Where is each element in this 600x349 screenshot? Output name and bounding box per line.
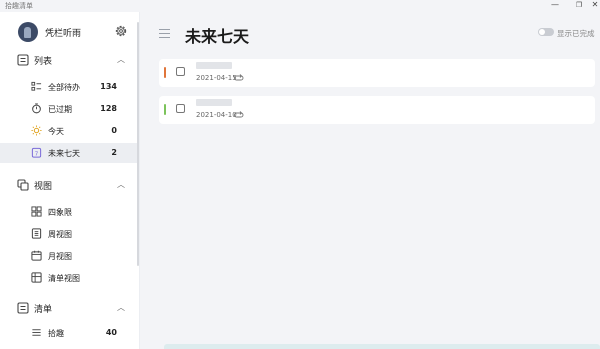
task-title-blurred[interactable] [196,99,232,106]
page-title: 未来七天 [185,27,250,46]
sidebar-item-all-tasks[interactable]: 全部待办 134 [0,77,137,97]
section-checklists[interactable]: 清单 ︿ [0,298,137,318]
overdue-icon [32,103,41,114]
month-view-icon [31,250,42,261]
hamburger-menu-icon[interactable] [159,29,170,38]
svg-text:7: 7 [35,151,39,157]
sidebar-item-label: 未来七天 [48,149,80,158]
app-title: 拾趣清单 [5,2,33,10]
list-icon [17,54,29,66]
task-title-blurred[interactable] [196,62,232,69]
calendar-7-icon: 7 [31,147,42,158]
username: 凭栏听雨 [45,29,82,39]
chevron-up-icon[interactable]: ︿ [117,302,125,313]
list-view-icon [31,272,42,283]
minimize-button[interactable]: — [548,0,562,11]
sidebar-item-label: 清单视图 [48,274,80,283]
sidebar-item-label: 周视图 [48,230,72,239]
sidebar-item-month-view[interactable]: 月视图 [0,246,137,266]
item-count: 2 [111,148,117,157]
item-count: 128 [100,104,117,113]
avatar[interactable] [18,22,38,42]
repeat-icon [234,111,244,118]
chevron-up-icon[interactable]: ︿ [117,54,125,65]
section-label: 列表 [34,57,53,67]
priority-indicator [164,104,166,115]
main-panel: 未来七天 显示已完成 2021-04-15 2021-04-10 [140,12,600,349]
sidebar: 凭栏听雨 列表 ︿ 全部待办 134 已过期 128 今天 0 7 未来七天 2… [0,12,140,349]
item-count: 134 [100,82,117,91]
show-completed-label: 显示已完成 [557,29,595,38]
section-label: 视图 [34,182,53,192]
sidebar-item-shiqu[interactable]: 拾趣 40 [0,323,137,343]
task-checkbox[interactable] [176,104,185,113]
user-profile[interactable]: 凭栏听雨 [18,22,133,44]
show-completed-toggle[interactable] [538,28,554,36]
sidebar-item-list-view[interactable]: 清单视图 [0,268,137,288]
sidebar-item-next-seven-days[interactable]: 7 未来七天 2 [0,143,137,163]
week-view-icon [31,228,42,239]
sidebar-item-label: 拾趣 [48,329,64,338]
sidebar-item-quadrant[interactable]: 四象限 [0,202,137,222]
task-item[interactable]: 2021-04-10 [159,96,595,124]
sidebar-item-overdue[interactable]: 已过期 128 [0,99,137,119]
views-icon [17,179,29,191]
sidebar-item-label: 今天 [48,127,64,136]
sidebar-item-week-view[interactable]: 周视图 [0,224,137,244]
all-tasks-icon [31,81,42,91]
sun-icon [31,125,42,136]
priority-indicator [164,67,166,78]
sidebar-item-label: 已过期 [48,105,72,114]
sidebar-scrollbar[interactable] [137,22,139,266]
sidebar-item-label: 全部待办 [48,83,80,92]
add-task-bar[interactable] [164,344,600,349]
task-date: 2021-04-15 [196,74,237,82]
repeat-icon [234,74,244,81]
sidebar-item-label: 月视图 [48,252,72,261]
item-count: 40 [105,328,117,337]
section-views[interactable]: 视图 ︿ [0,175,137,195]
close-button[interactable]: ✕ [588,0,600,11]
maximize-button[interactable]: ❐ [572,0,586,11]
settings-gear-icon[interactable] [114,24,128,38]
task-checkbox[interactable] [176,67,185,76]
title-bar: 拾趣清单 — ❐ ✕ [0,0,600,12]
section-lists[interactable]: 列表 ︿ [0,50,137,70]
section-label: 清单 [34,305,53,315]
checklist-icon [17,302,29,314]
chevron-up-icon[interactable]: ︿ [117,179,125,190]
task-date: 2021-04-10 [196,111,237,119]
sidebar-item-label: 四象限 [48,208,72,217]
item-count: 0 [111,126,117,135]
task-item[interactable]: 2021-04-15 [159,59,595,87]
menu-lines-icon [32,329,41,336]
quadrant-icon [31,206,42,217]
sidebar-item-today[interactable]: 今天 0 [0,121,137,141]
